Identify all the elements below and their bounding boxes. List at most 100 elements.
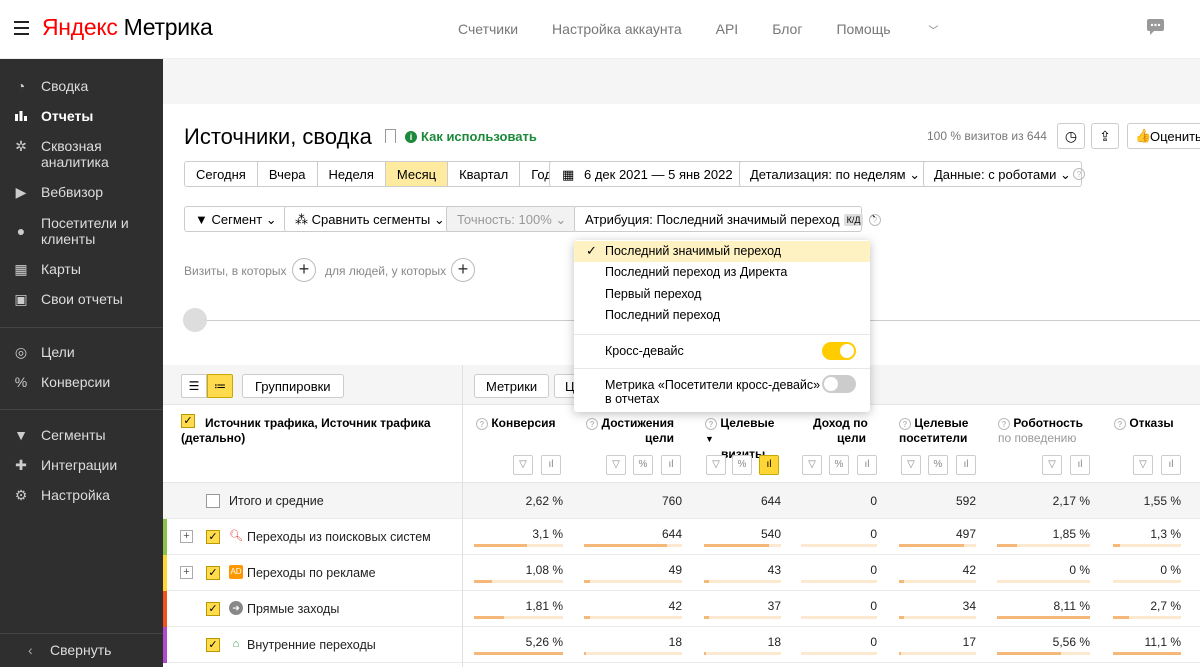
segment-button[interactable]: ▼ Сегмент ⌄	[184, 206, 288, 232]
list-view-button[interactable]: ☰	[181, 374, 207, 398]
date-range-picker[interactable]: ▦ 6 дек 2021 — 5 янв 2022	[549, 161, 744, 187]
cell-value: 11,1 %	[1144, 635, 1181, 649]
chart-icon[interactable]: ıl	[661, 455, 681, 475]
gear-icon: ⚙	[14, 487, 28, 503]
cross-device-toggle[interactable]	[822, 342, 856, 360]
help-icon[interactable]: ?	[869, 214, 881, 226]
filter-icon: ▼	[14, 427, 28, 443]
progress-bar	[474, 652, 563, 655]
column-goals[interactable]: ? Достижения цели	[586, 416, 674, 446]
attribution-option-last-significant[interactable]: ✓ Последний значимый переход	[574, 241, 870, 262]
bookmark-icon[interactable]	[385, 129, 396, 143]
percent-icon[interactable]: %	[829, 455, 849, 475]
period-month[interactable]: Месяц	[385, 162, 449, 186]
sidebar-collapse[interactable]: ‹ Свернуть	[0, 633, 163, 667]
percent-icon[interactable]: %	[633, 455, 653, 475]
period-quarter[interactable]: Квартал	[448, 162, 521, 186]
add-people-filter-button[interactable]: +	[451, 258, 475, 282]
cell-value: 0	[870, 563, 877, 577]
chart-icon[interactable]: ıl	[759, 455, 779, 475]
chart-icon[interactable]: ıl	[541, 455, 561, 475]
filter-icon[interactable]: ▽	[606, 455, 626, 475]
expand-icon[interactable]: +	[180, 530, 193, 543]
detail-dropdown[interactable]: Детализация: по неделям ⌄	[739, 161, 932, 187]
column-robots[interactable]: ? Роботность по поведению	[998, 416, 1083, 446]
how-to-use-link[interactable]: i Как использовать	[405, 129, 537, 144]
cell-value: 49	[668, 563, 682, 577]
attribution-option-last-direct[interactable]: Последний переход из Директа	[574, 262, 870, 283]
cell-value: 1,81 %	[525, 599, 563, 613]
column-bounce[interactable]: ? Отказы	[1114, 416, 1174, 431]
progress-fill	[1113, 544, 1121, 547]
row-checkbox[interactable]: ✓	[206, 566, 220, 580]
filter-icon[interactable]: ▽	[901, 455, 921, 475]
asterisk-icon: ✲	[15, 138, 27, 154]
row-checkbox[interactable]: ✓	[206, 602, 220, 616]
percent-icon[interactable]: %	[732, 455, 752, 475]
column-target-visitors[interactable]: ? Целевые посетители	[899, 416, 968, 446]
chart-icon[interactable]: ıl	[956, 455, 976, 475]
nav-account-settings[interactable]: Настройка аккаунта	[552, 21, 682, 37]
menu-icon[interactable]	[14, 21, 29, 35]
filter-icon[interactable]: ▽	[1133, 455, 1153, 475]
sidebar-item-label: Конверсии	[41, 374, 111, 390]
clock-button[interactable]: ◷	[1057, 123, 1085, 149]
menu-divider	[574, 334, 870, 335]
rate-button[interactable]: 👍 Оценить	[1127, 123, 1200, 149]
chart-icon[interactable]: ıl	[857, 455, 877, 475]
logo[interactable]: ЯндексЯндекс Метрика	[42, 14, 213, 41]
accuracy-dropdown[interactable]: Точность: 100% ⌄	[446, 206, 578, 232]
attribution-dropdown[interactable]: Атрибуция: Последний значимый переход К/Д…	[574, 206, 878, 232]
add-visit-filter-button[interactable]: +	[292, 258, 316, 282]
progress-bar	[1113, 652, 1181, 655]
tree-view-button[interactable]: ≔	[207, 374, 233, 398]
row-label: Переходы из поисковых систем	[247, 530, 431, 544]
filter-icon[interactable]: ▽	[1042, 455, 1062, 475]
cell-value: 0	[870, 635, 877, 649]
puzzle-icon: ✚	[15, 457, 27, 473]
nav-api[interactable]: API	[716, 21, 739, 37]
groupings-button[interactable]: Группировки	[242, 374, 344, 398]
chat-icon[interactable]	[1146, 17, 1168, 37]
chevron-down-icon: ⌄	[555, 212, 567, 227]
period-week[interactable]: Неделя	[317, 162, 386, 186]
export-button[interactable]: ⇪	[1091, 123, 1119, 149]
progress-fill	[474, 544, 527, 547]
attribution-option-last[interactable]: Последний переход	[574, 305, 870, 326]
target-icon: ◎	[14, 344, 28, 360]
metrics-button[interactable]: Метрики	[474, 374, 550, 398]
sidebar-divider	[0, 409, 163, 410]
expand-icon[interactable]: +	[180, 566, 193, 579]
filter-icon[interactable]: ▽	[706, 455, 726, 475]
nav-help[interactable]: Помощь ﹀	[836, 21, 972, 37]
filter-icon[interactable]: ▽	[513, 455, 533, 475]
attribution-option-first[interactable]: Первый переход	[574, 284, 870, 305]
column-conversion[interactable]: ? Конверсия	[476, 416, 556, 431]
chevron-down-icon: ⌄	[265, 212, 277, 227]
column-income[interactable]: Доход по цели	[813, 416, 868, 446]
percent-icon[interactable]: %	[928, 455, 948, 475]
total-checkbox[interactable]	[206, 494, 220, 508]
column-dimension[interactable]: Источник трафика, Источник трафика (дета…	[181, 416, 441, 446]
chart-icon[interactable]: ıl	[1161, 455, 1181, 475]
data-dropdown[interactable]: Данные: с роботами ⌄	[923, 161, 1082, 187]
chart-icon[interactable]	[183, 308, 207, 332]
nav-blog[interactable]: Блог	[772, 21, 802, 37]
row-checkbox[interactable]: ✓	[206, 638, 220, 652]
chart-icon[interactable]: ıl	[1070, 455, 1090, 475]
period-yesterday[interactable]: Вчера	[257, 162, 318, 186]
cross-device-metric-toggle[interactable]	[822, 375, 856, 393]
row-checkbox[interactable]: ✓	[206, 530, 220, 544]
compare-segments-button[interactable]: ⁂ Сравнить сегменты ⌄	[284, 206, 456, 232]
help-icon: ?	[705, 418, 717, 430]
row-label: Внутренние переходы	[247, 638, 376, 652]
cell-value: 42	[668, 599, 682, 613]
help-icon[interactable]: ?	[1073, 168, 1085, 180]
nav-counters[interactable]: Счетчики	[458, 21, 518, 37]
period-selector: Сегодня Вчера Неделя Месяц Квартал Год	[184, 161, 564, 187]
total-value: 760	[661, 494, 682, 508]
filter-icon[interactable]: ▽	[802, 455, 822, 475]
period-today[interactable]: Сегодня	[185, 162, 258, 186]
column-target-label: Целевые	[720, 416, 775, 430]
progress-bar	[997, 652, 1090, 655]
